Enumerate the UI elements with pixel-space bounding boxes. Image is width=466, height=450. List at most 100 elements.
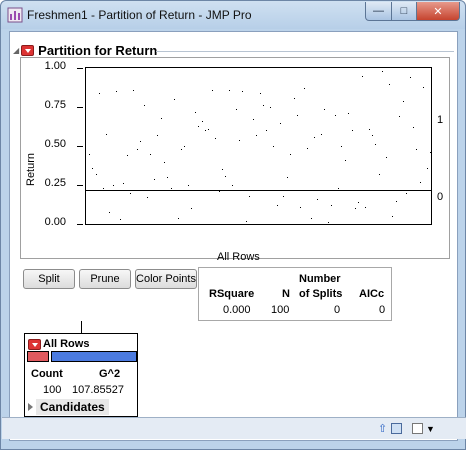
data-point[interactable] [413,127,414,128]
data-point[interactable] [120,219,121,220]
data-point[interactable] [379,174,380,175]
outline-collapse-icon[interactable]: ◢ [13,46,19,55]
data-point[interactable] [154,179,155,180]
data-point[interactable] [191,208,192,209]
data-point[interactable] [362,76,363,77]
data-point[interactable] [236,109,237,110]
data-point[interactable] [263,105,264,106]
data-point[interactable] [256,135,257,136]
data-point[interactable] [130,193,131,194]
data-point[interactable] [171,188,172,189]
data-point[interactable] [389,84,390,85]
data-point[interactable] [348,113,349,114]
data-point[interactable] [382,71,383,72]
data-point[interactable] [109,212,110,213]
title-bar[interactable]: Freshmen1 - Partition of Return - JMP Pr… [1,1,465,29]
data-point[interactable] [410,77,411,78]
data-point[interactable] [242,91,243,92]
data-point[interactable] [229,90,230,91]
data-point[interactable] [328,222,329,223]
data-point[interactable] [92,168,93,169]
data-point[interactable] [184,146,185,147]
data-point[interactable] [341,146,342,147]
data-point[interactable] [198,126,199,127]
data-point[interactable] [133,90,134,91]
data-point[interactable] [427,168,428,169]
data-point[interactable] [372,135,373,136]
data-point[interactable] [178,218,179,219]
maximize-button[interactable]: □ [391,2,417,21]
data-point[interactable] [144,105,145,106]
data-point[interactable] [399,116,400,117]
split-button[interactable]: Split [23,269,75,289]
data-point[interactable] [167,177,168,178]
data-point[interactable] [406,193,407,194]
close-button[interactable]: ✕ [416,2,460,21]
data-point[interactable] [277,205,278,206]
data-point[interactable] [386,157,387,158]
data-point[interactable] [260,93,261,94]
data-point[interactable] [123,183,124,184]
data-point[interactable] [352,130,353,131]
data-point[interactable] [208,129,209,130]
red-triangle-menu-icon[interactable] [21,44,35,56]
data-point[interactable] [280,123,281,124]
report-outline-header[interactable]: ◢ Partition for Return [13,42,157,58]
data-point[interactable] [287,177,288,178]
data-point[interactable] [89,154,90,155]
candidates-outline[interactable]: Candidates [28,399,109,415]
data-point[interactable] [127,155,128,156]
data-point[interactable] [99,93,100,94]
table-view-icon[interactable] [391,423,402,434]
minimize-button[interactable]: — [365,2,392,21]
data-point[interactable] [335,115,336,116]
data-point[interactable] [212,90,213,91]
data-point[interactable] [246,221,247,222]
data-point[interactable] [137,149,138,150]
data-point[interactable] [225,176,226,177]
data-point[interactable] [392,216,393,217]
data-point[interactable] [202,121,203,122]
data-point[interactable] [416,149,417,150]
data-point[interactable] [96,174,97,175]
checkbox-icon[interactable] [412,423,423,434]
data-point[interactable] [106,134,107,135]
data-point[interactable] [314,137,315,138]
data-point[interactable] [365,207,366,208]
data-point[interactable] [369,129,370,130]
data-point[interactable] [300,207,301,208]
home-arrow-icon[interactable]: ⇧ [378,422,387,435]
data-point[interactable] [270,107,271,108]
data-point[interactable] [345,160,346,161]
data-point[interactable] [113,185,114,186]
red-triangle-menu-icon[interactable] [28,338,41,350]
split-mean-line[interactable] [86,190,431,191]
data-point[interactable] [147,197,148,198]
data-point[interactable] [266,130,267,131]
data-point[interactable] [222,169,223,170]
data-point[interactable] [140,141,141,142]
data-point[interactable] [219,191,220,192]
data-point[interactable] [215,138,216,139]
data-point[interactable] [239,140,240,141]
data-point[interactable] [423,87,424,88]
data-point[interactable] [290,154,291,155]
data-point[interactable] [338,188,339,189]
data-point[interactable] [150,154,151,155]
data-point[interactable] [283,196,284,197]
data-point[interactable] [403,101,404,102]
data-point[interactable] [103,188,104,189]
data-point[interactable] [253,119,254,120]
data-point[interactable] [294,98,295,99]
tree-node-all-rows[interactable]: All Rows Count G^2 100 107.85527 Candida… [24,333,138,417]
data-point[interactable] [188,185,189,186]
data-point[interactable] [358,202,359,203]
color-points-button[interactable]: Color Points [135,269,197,289]
data-point[interactable] [317,199,318,200]
data-point[interactable] [232,185,233,186]
prune-button[interactable]: Prune [79,269,131,289]
data-point[interactable] [273,146,274,147]
plot-area[interactable] [85,67,432,225]
data-point[interactable] [420,182,421,183]
data-point[interactable] [375,144,376,145]
